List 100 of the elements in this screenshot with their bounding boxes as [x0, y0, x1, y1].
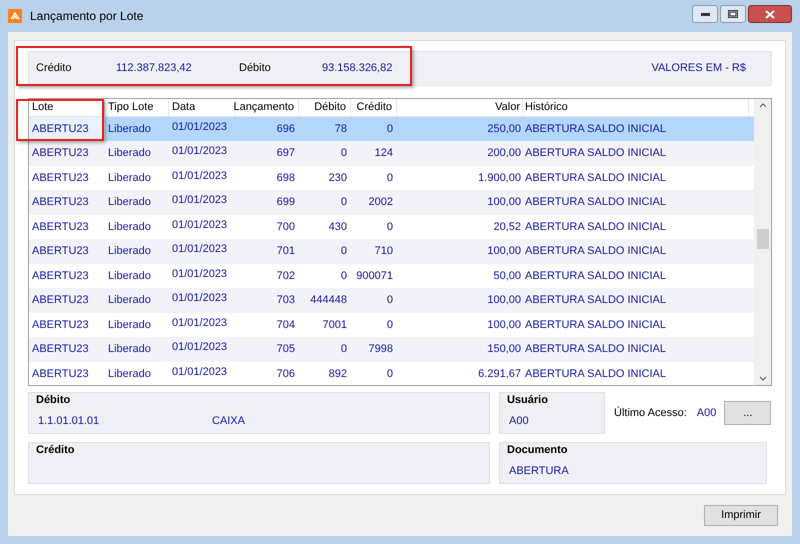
- table-cell-text: 01/01/2023: [171, 120, 228, 134]
- table-cell-text: 50,00: [492, 268, 522, 284]
- table-cell-text: Liberado: [107, 244, 152, 259]
- table-cell-text: ABERTU23: [31, 293, 90, 308]
- table-cell-text: 702: [276, 268, 296, 284]
- last-access-label: Último Acesso:: [614, 406, 687, 421]
- table-cell-text: 900071: [355, 268, 394, 284]
- table-cell-text: 703: [276, 293, 296, 308]
- table-cell-text: 7998: [368, 342, 394, 357]
- table-cell-text: ABERTURA SALDO INICIAL: [524, 170, 668, 186]
- scroll-up-icon: [758, 103, 766, 108]
- table-cell-text: 0: [386, 293, 394, 308]
- table-cell-text: ABERTURA SALDO INICIAL: [524, 366, 668, 382]
- minimize-button[interactable]: [692, 5, 718, 23]
- table-cell-text: 892: [328, 366, 348, 382]
- table-row[interactable]: ABERTU23 Liberado 01/01/2023 703 444448 0 100,00 ABERTURA SALDO INICIAL: [29, 288, 754, 312]
- table-row[interactable]: ABERTU23 Liberado 01/01/2023 696 78 0 250,00 ABERTURA SALDO INICIAL: [29, 116, 754, 141]
- table-cell-text: ABERTU23: [31, 244, 90, 259]
- table-cell-text: 6.291,67: [477, 366, 522, 382]
- table-cell-text: 01/01/2023: [171, 144, 228, 159]
- table-cell-text: 0: [386, 366, 394, 382]
- group-title: Documento: [507, 443, 568, 458]
- column-header[interactable]: Lançamento: [236, 99, 299, 116]
- column-header[interactable]: Histórico: [523, 99, 749, 116]
- table-cell-text: ABERTURA SALDO INICIAL: [524, 318, 668, 332]
- table-cell-text: 01/01/2023: [171, 340, 228, 355]
- table-cell-text: 250,00: [486, 122, 522, 136]
- group-title: Débito: [36, 393, 72, 408]
- table-cell-text: ABERTU23: [31, 220, 90, 234]
- table-cell-text: ABERTU23: [31, 146, 90, 161]
- table-cell-text: ABERTURA SALDO INICIAL: [524, 122, 668, 136]
- table-row[interactable]: ABERTU23 Liberado 01/01/2023 697 0 124 200,00 ABERTURA SALDO INICIAL: [29, 141, 754, 166]
- table-cell-text: Liberado: [107, 318, 152, 332]
- credit-label: Crédito: [36, 61, 72, 76]
- table-cell-text: 100,00: [486, 318, 522, 332]
- table-row[interactable]: ABERTU23 Liberado 01/01/2023 705 0 7998 150,00 ABERTURA SALDO INICIAL: [29, 337, 754, 362]
- table-cell-text: 20,52: [492, 220, 522, 234]
- table-cell-text: Liberado: [107, 220, 152, 234]
- column-header[interactable]: Lote: [29, 99, 105, 116]
- table-row[interactable]: ABERTU23 Liberado 01/01/2023 701 0 710 100,00 ABERTURA SALDO INICIAL: [29, 239, 754, 264]
- table-cell-text: 0: [340, 195, 348, 210]
- debit-label: Débito: [239, 61, 272, 76]
- currency-label: VALORES EM - R$: [651, 61, 746, 76]
- table-cell-text: 100,00: [486, 293, 522, 308]
- column-header[interactable]: Valor: [397, 99, 523, 116]
- table-cell-text: 706: [276, 366, 296, 382]
- scroll-down-icon: [758, 376, 766, 381]
- table-cell-text: ABERTU23: [31, 366, 90, 382]
- last-access-value: A00: [696, 406, 716, 421]
- table-cell-text: 0: [386, 220, 394, 234]
- browse-button[interactable]: ...: [724, 401, 772, 425]
- table-cell-text: 697: [276, 146, 296, 161]
- table-cell-text: 01/01/2023: [171, 291, 228, 306]
- table-cell-text: 230: [328, 170, 348, 186]
- table-cell-text: ABERTURA SALDO INICIAL: [524, 342, 668, 357]
- table-cell-text: 200,00: [486, 146, 522, 161]
- table-cell-text: ABERTU23: [31, 268, 90, 284]
- table-cell-text: 0: [340, 342, 348, 357]
- table-cell-text: 01/01/2023: [171, 193, 228, 208]
- column-header[interactable]: Tipo Lote: [105, 99, 169, 116]
- table-cell-text: ABERTU23: [31, 170, 90, 186]
- table-cell-text: 0: [386, 170, 394, 186]
- table-cell-text: 78: [334, 122, 348, 136]
- table-cell-text: Liberado: [107, 122, 152, 136]
- group-title: Usuário: [507, 393, 549, 408]
- table-cell-text: 150,00: [486, 342, 522, 357]
- table-cell-text: 699: [276, 195, 296, 210]
- table-cell-text: ABERTURA SALDO INICIAL: [524, 293, 668, 308]
- column-header[interactable]: Débito: [299, 99, 351, 116]
- table-cell-text: 100,00: [486, 195, 522, 210]
- close-button[interactable]: [748, 5, 792, 23]
- scroll-thumb[interactable]: [757, 229, 769, 249]
- table-cell-text: 7001: [322, 318, 348, 332]
- table-cell-text: ABERTU23: [31, 342, 90, 357]
- minimize-icon: [700, 12, 710, 16]
- credit-total: 112.387.823,42: [116, 61, 193, 76]
- column-header[interactable]: Crédito: [351, 99, 397, 116]
- table-cell-text: 704: [276, 318, 296, 332]
- table-cell-text: 0: [340, 146, 348, 161]
- table-cell-text: 696: [276, 122, 296, 136]
- table-row[interactable]: ABERTU23 Liberado 01/01/2023 699 0 2002 100,00 ABERTURA SALDO INICIAL: [29, 190, 754, 214]
- print-button[interactable]: Imprimir: [704, 505, 778, 526]
- account-name: CAIXA: [212, 414, 246, 428]
- table-cell-text: ABERTURA SALDO INICIAL: [524, 220, 668, 234]
- table-cell-text: 01/01/2023: [171, 316, 228, 330]
- scrollbar[interactable]: [754, 99, 771, 385]
- maximize-button[interactable]: [720, 5, 746, 23]
- table-cell-text: 701: [276, 244, 296, 259]
- table-cell-text: 01/01/2023: [171, 218, 228, 232]
- table-cell-text: 01/01/2023: [171, 364, 228, 380]
- table-cell-text: Liberado: [107, 366, 152, 382]
- table-cell-text: 698: [276, 170, 296, 186]
- table-cell-text: 01/01/2023: [171, 168, 228, 184]
- close-icon: [765, 10, 775, 18]
- column-header[interactable]: Data: [169, 99, 236, 116]
- group-title: Crédito: [36, 443, 76, 458]
- window-title: Lançamento por Lote: [30, 8, 144, 25]
- app-icon: [8, 9, 22, 23]
- table-cell-text: 100,00: [486, 244, 522, 259]
- table-cell-text: 124: [374, 146, 394, 161]
